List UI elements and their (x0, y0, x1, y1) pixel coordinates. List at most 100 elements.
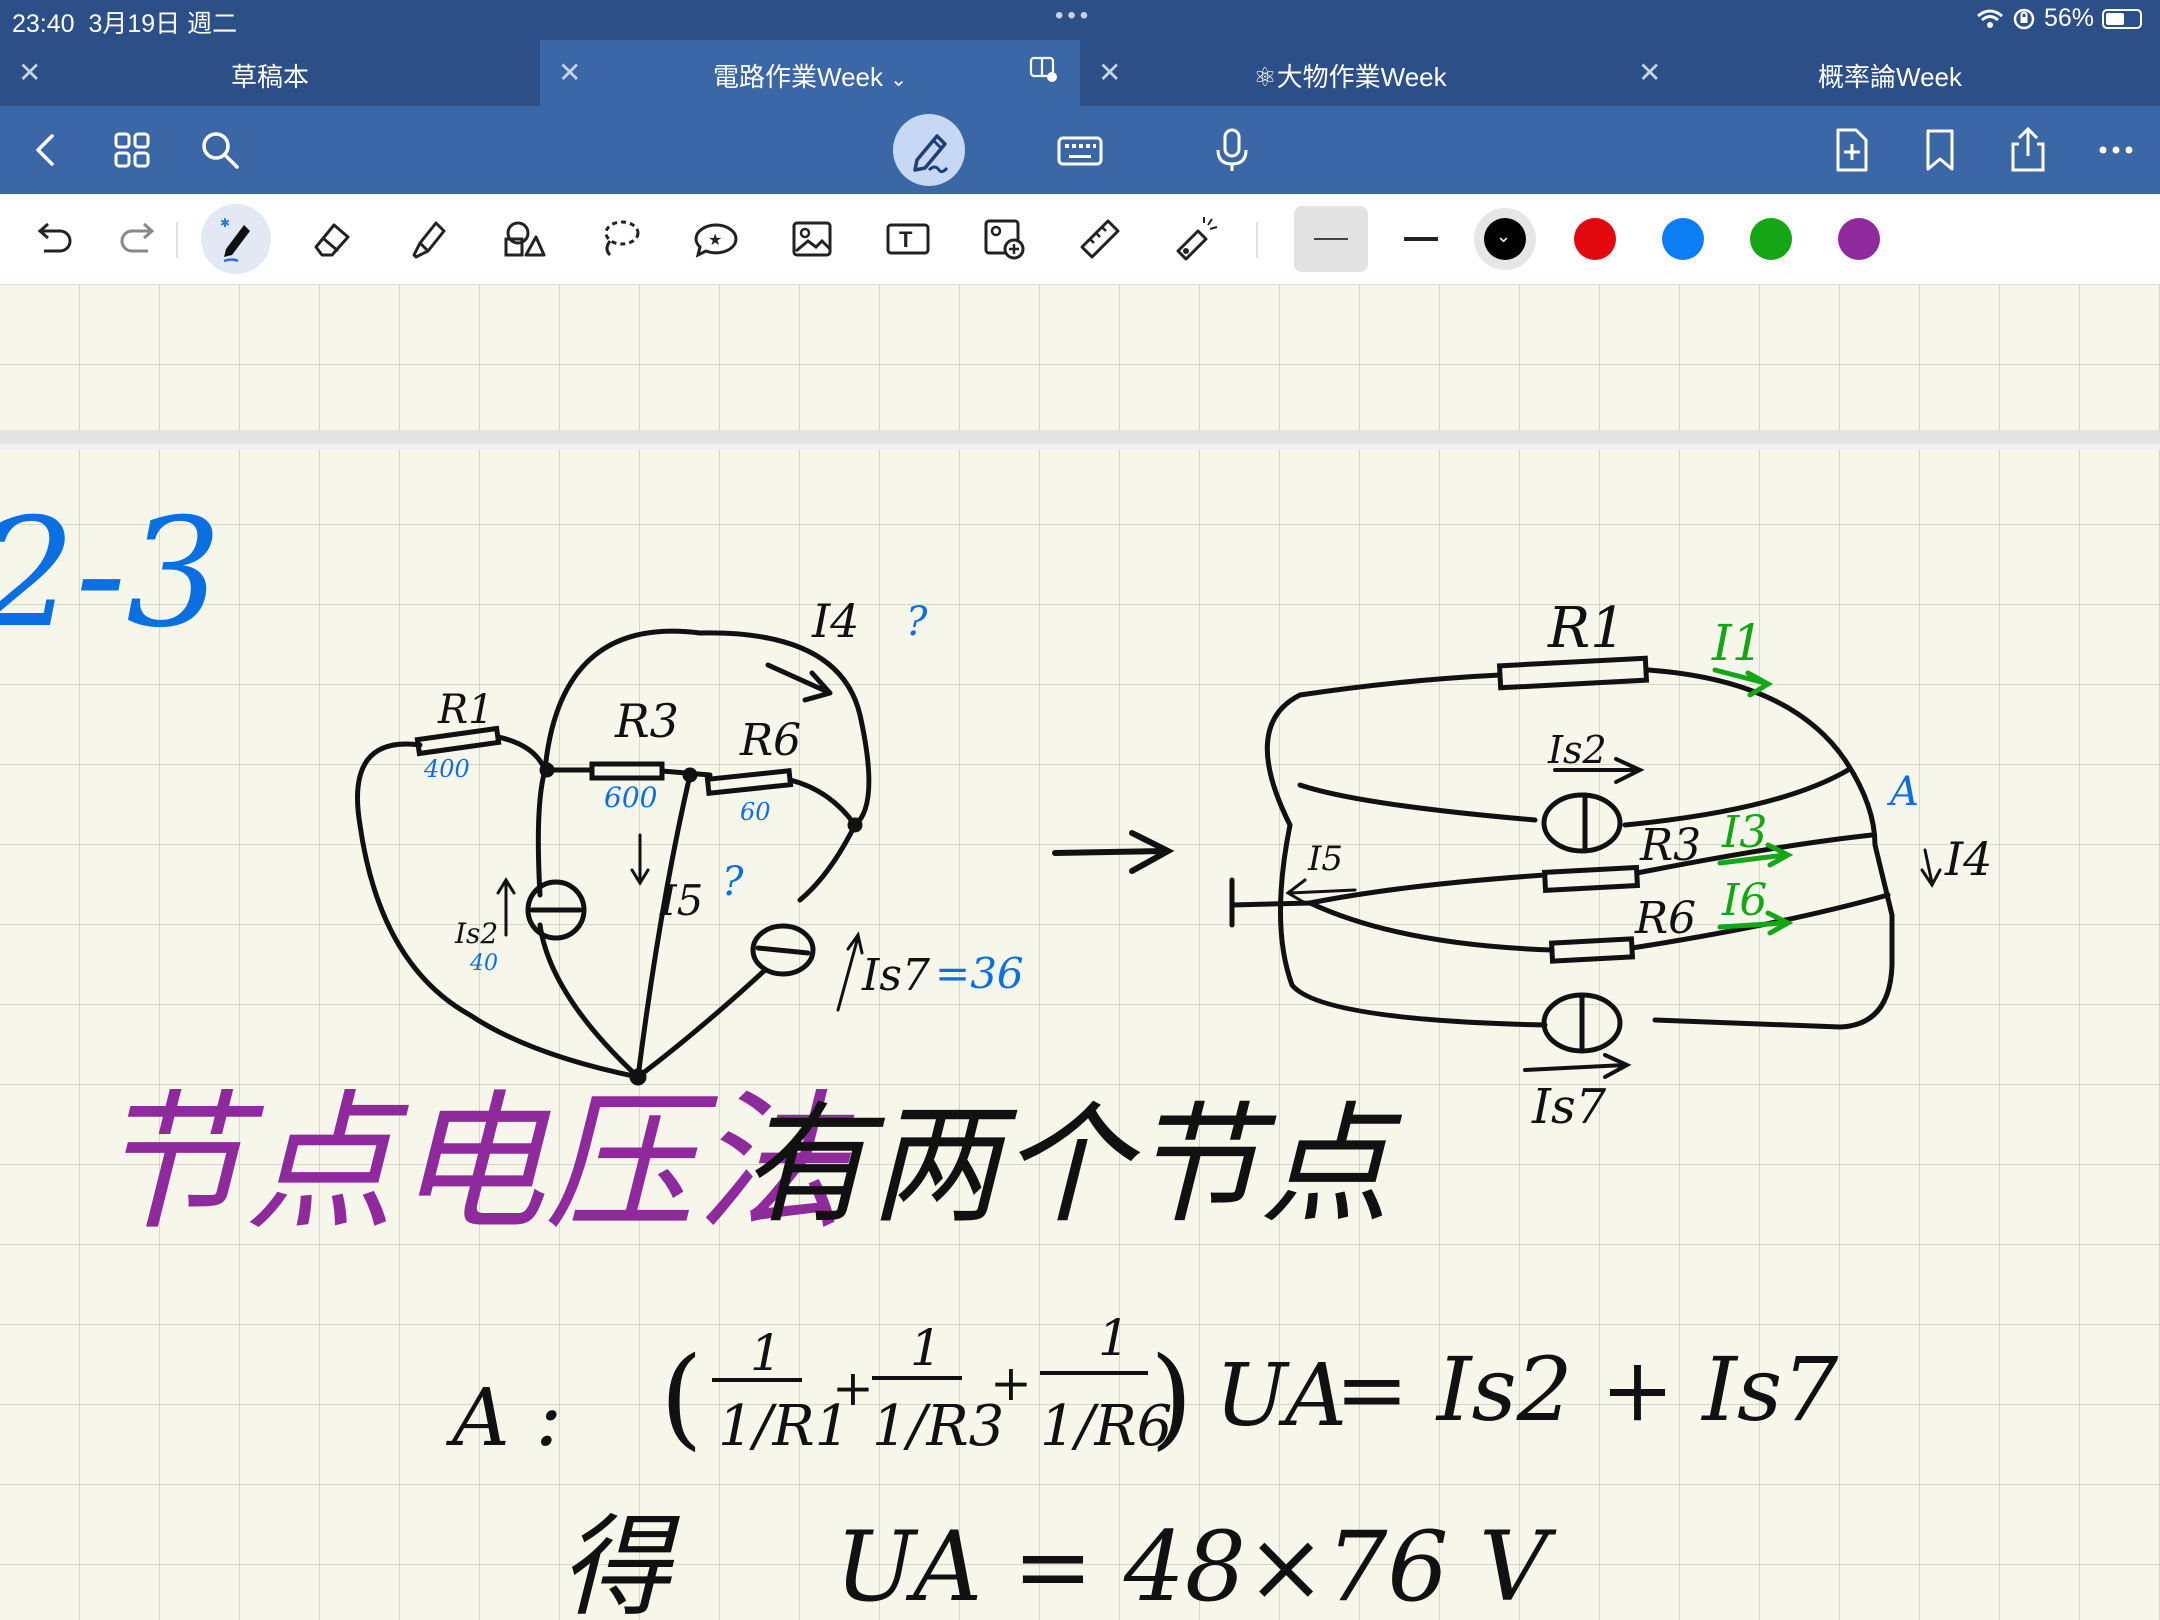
grid-icon[interactable] (106, 124, 158, 176)
pen-mode-button[interactable] (893, 114, 965, 186)
more-icon[interactable] (2090, 124, 2142, 176)
equation-node-label: A : (445, 1371, 562, 1464)
split-view-icon[interactable] (1028, 54, 1058, 84)
tab-label: 概率論Week (1818, 62, 1962, 92)
tab-label: 電路作業Week ⌄ (540, 57, 1080, 94)
label-r1: R1 (437, 687, 494, 733)
toolbar-divider (176, 222, 178, 258)
left-paren: ( (660, 1333, 703, 1461)
note-canvas[interactable]: 2-3 I4 ? R1 400 R3 600 R6 60 Is2 40 I5 ?… (0, 285, 2160, 1620)
label-i6: I6 (1721, 875, 1767, 926)
label-i3: I3 (1721, 807, 1767, 858)
label-r3: R3 (614, 694, 679, 748)
pen-icon[interactable]: ✱ (208, 211, 264, 267)
document-nav-bar (0, 106, 2160, 194)
svg-text:T: T (899, 227, 913, 252)
plus-sign: + (832, 1359, 874, 1417)
tab-scratchpad[interactable]: ✕ 草稿本 (0, 40, 540, 106)
label-is2: Is2 (1547, 728, 1607, 772)
wifi-icon (1976, 9, 2003, 28)
label-is2: Is2 (454, 917, 498, 950)
color-swatch-green[interactable] (1750, 218, 1792, 260)
keyboard-icon[interactable] (1054, 124, 1106, 176)
drawing-toolbar: ✱ ★ T ⌄ (0, 194, 2160, 285)
label-i1: I1 (1711, 614, 1764, 672)
redo-icon[interactable] (112, 211, 168, 267)
bookmark-icon[interactable] (1914, 124, 1966, 176)
sticker-icon[interactable]: ★ (688, 211, 744, 267)
svg-text:★: ★ (708, 232, 722, 249)
previous-page-grid (0, 285, 2160, 430)
label-r6-value: 60 (740, 798, 771, 826)
tab-physics-homework[interactable]: ✕ ⚛大物作業Week (1080, 40, 1620, 106)
right-node-dot (847, 817, 863, 833)
equation-lhs-variable: UA (1215, 1346, 1347, 1446)
multitasking-dots-icon[interactable]: ••• (1055, 2, 1092, 30)
color-swatch-red[interactable] (1574, 218, 1616, 260)
status-date: 3月19日 週二 (88, 10, 238, 38)
equation-rhs: = Is2 + Is7 (1335, 1338, 1838, 1441)
microphone-icon[interactable] (1206, 124, 1258, 176)
tab-label: ⚛大物作業Week (1253, 62, 1447, 92)
text-icon[interactable]: T (880, 211, 936, 267)
ruler-icon[interactable] (1072, 211, 1128, 267)
plus-sign: + (990, 1354, 1032, 1412)
chevron-down-icon: ⌄ (1496, 226, 1512, 246)
fraction-1-numerator: 1 (750, 1324, 782, 1382)
eraser-icon[interactable] (304, 211, 360, 267)
left-node-dot (539, 762, 555, 778)
stroke-width-thin-button[interactable] (1294, 206, 1368, 272)
medium-stroke-sample (1404, 237, 1438, 241)
back-icon[interactable] (20, 124, 72, 176)
status-time: 23:40 3月19日 週二 (12, 4, 237, 40)
tab-label-text: 電路作業Week (713, 62, 883, 92)
shapes-icon[interactable] (496, 211, 552, 267)
right-paren: ) (1150, 1333, 1193, 1461)
tab-circuits-homework[interactable]: ✕ 電路作業Week ⌄ (540, 40, 1080, 106)
color-swatch-black[interactable]: ⌄ (1484, 218, 1526, 260)
label-r3: R3 (1639, 820, 1701, 871)
highlighter-icon[interactable] (400, 211, 456, 267)
share-icon[interactable] (2002, 124, 2054, 176)
battery-icon (2102, 8, 2142, 29)
page-separator-shadow (0, 444, 2160, 450)
method-note: 有两个节点 (740, 1089, 1403, 1241)
orientation-lock-icon (2013, 8, 2035, 29)
undo-icon[interactable] (24, 211, 80, 267)
label-r6: R6 (1634, 893, 1696, 944)
search-icon[interactable] (194, 124, 246, 176)
label-is7: Is7 (861, 950, 930, 1001)
stroke-width-medium-button[interactable] (1384, 206, 1458, 272)
label-is7: Is7 (1531, 1079, 1607, 1135)
color-swatch-blue[interactable] (1662, 218, 1704, 260)
label-r1-value: 400 (423, 755, 470, 783)
pen-mode-icon (913, 134, 949, 174)
svg-text:✱: ✱ (220, 216, 230, 230)
result-label: 得 (560, 1503, 680, 1620)
chevron-down-icon[interactable]: ⌄ (890, 69, 907, 91)
label-r1: R1 (1547, 596, 1626, 661)
camera-image-icon[interactable] (976, 211, 1032, 267)
label-i5: I5 (1307, 839, 1343, 879)
add-page-icon[interactable] (1826, 124, 1878, 176)
toolbar-divider (1256, 222, 1258, 258)
fraction-1-denominator: 1/R1 (718, 1394, 850, 1459)
tab-label: 草稿本 (230, 62, 309, 92)
label-r6: R6 (739, 715, 801, 766)
label-i4: I4 (811, 594, 859, 648)
tab-bar: ✕ 草稿本 ✕ 電路作業Week ⌄ ✕ ⚛大物作業Week ✕ 概率論Week (0, 40, 2160, 106)
fraction-3-numerator: 1 (1098, 1309, 1130, 1367)
label-i5: I5 (659, 876, 703, 925)
label-i4: I4 (1944, 832, 1992, 886)
color-swatch-purple[interactable] (1838, 218, 1880, 260)
label-is2-value: 40 (469, 951, 498, 976)
clock-time: 23:40 (12, 10, 75, 38)
tab-probability[interactable]: ✕ 概率論Week (1620, 40, 2160, 106)
status-right: 56% (1976, 4, 2142, 33)
label-question-i5: ? (722, 859, 744, 905)
image-icon[interactable] (784, 211, 840, 267)
laser-pointer-icon[interactable] (1168, 211, 1224, 267)
lasso-icon[interactable] (592, 211, 648, 267)
label-node-a: A (1886, 769, 1919, 815)
label-question-i4: ? (906, 599, 928, 645)
